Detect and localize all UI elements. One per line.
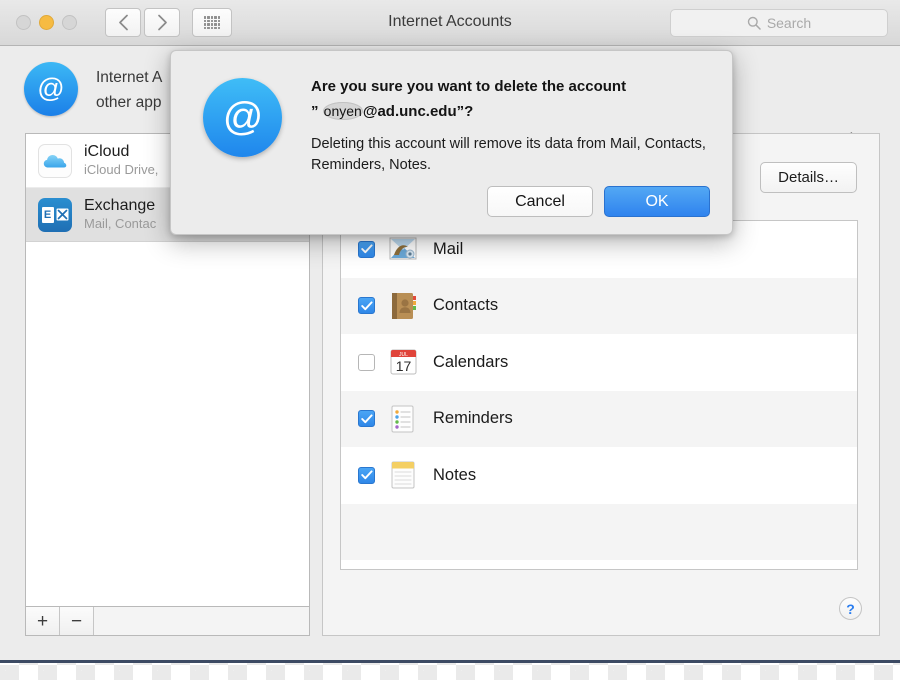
sidebar-item-exchange-subtitle: Mail, Contac: [84, 216, 157, 231]
service-row-calendars[interactable]: JUL 17 Calendars: [341, 334, 857, 391]
exchange-x-glyph: [56, 208, 68, 221]
help-button[interactable]: ?: [839, 597, 862, 620]
at-glyph-icon: @: [37, 73, 64, 103]
reminders-list-icon: [391, 405, 414, 433]
calendar-date-icon: JUL 17: [390, 349, 417, 375]
sidebar-footer-filler: [94, 607, 309, 635]
at-sign-icon: @: [203, 78, 282, 157]
sidebar-item-exchange-text: Exchange Mail, Contac: [84, 196, 156, 233]
services-list: Mail Contacts JUL 17 Calendars Reminders…: [340, 220, 858, 570]
address-book-icon: [392, 292, 416, 319]
sidebar-item-icloud-text: iCloud iCloud Drive,: [84, 142, 158, 179]
exchange-e-glyph: E: [41, 206, 54, 223]
details-button[interactable]: Details…: [760, 162, 857, 193]
dialog-quote-open: ”: [311, 103, 319, 120]
remove-account-button[interactable]: −: [60, 607, 94, 635]
banner-line1: Internet A: [96, 69, 163, 86]
icloud-icon: [38, 143, 72, 178]
at-glyph-icon: @: [222, 95, 263, 139]
sidebar-item-exchange-name: Exchange: [84, 197, 156, 214]
calendar-day-label: 17: [396, 358, 412, 374]
service-row-notes[interactable]: Notes: [341, 447, 857, 504]
delete-account-dialog: @ Are you sure you want to delete the ac…: [170, 50, 733, 235]
service-label-reminders: Reminders: [433, 409, 513, 428]
at-sign-icon: @: [24, 62, 78, 116]
dialog-title: Are you sure you want to delete the acco…: [311, 75, 710, 124]
search-field[interactable]: Search: [670, 9, 888, 37]
service-label-contacts: Contacts: [433, 296, 499, 315]
sidebar-item-icloud-subtitle: iCloud Drive,: [84, 162, 159, 177]
service-label-calendars: Calendars: [433, 352, 509, 371]
notepad-icon: [391, 461, 415, 489]
banner-line2: other app: [96, 94, 162, 111]
exchange-icon: E: [38, 197, 72, 232]
ok-button[interactable]: OK: [604, 186, 710, 217]
cancel-button[interactable]: Cancel: [487, 186, 593, 217]
checkmark-icon: [360, 301, 373, 310]
service-row-empty-1: [341, 503, 857, 560]
service-checkbox-reminders[interactable]: [358, 410, 375, 428]
internet-accounts-window: Internet Accounts Search @ Internet A oth…: [0, 0, 900, 663]
contacts-icon: [388, 290, 420, 322]
dialog-buttons: Cancel OK: [487, 186, 710, 217]
calendar-icon: JUL 17: [388, 346, 420, 378]
window-titlebar: Internet Accounts Search: [0, 0, 900, 46]
dialog-account-user: onyen: [322, 102, 363, 120]
dialog-message: Deleting this account will remove its da…: [311, 136, 706, 173]
checkmark-icon: [360, 244, 373, 254]
service-checkbox-mail[interactable]: [358, 240, 375, 258]
mail-stamp-icon: [389, 237, 417, 260]
cloud-shape-icon: [43, 154, 67, 167]
dialog-body: Are you sure you want to delete the acco…: [311, 75, 710, 176]
svg-text:@: @: [37, 73, 64, 103]
service-checkbox-contacts[interactable]: [358, 297, 375, 315]
service-label-mail: Mail: [433, 239, 464, 258]
service-label-notes: Notes: [433, 465, 477, 484]
banner-text: Internet A other app: [96, 62, 162, 115]
search-icon: [747, 16, 761, 30]
service-row-empty-2: [341, 560, 857, 569]
service-row-reminders[interactable]: Reminders: [341, 390, 857, 447]
search-placeholder: Search: [766, 15, 812, 31]
service-row-contacts[interactable]: Contacts: [341, 277, 857, 334]
mail-icon: [388, 233, 420, 265]
service-checkbox-notes[interactable]: [358, 466, 375, 484]
sidebar-item-icloud-name: iCloud: [84, 143, 130, 160]
reminders-icon: [388, 403, 420, 435]
dialog-account-domain: @ad.unc.edu”?: [362, 103, 474, 120]
checkmark-icon: [360, 414, 373, 423]
dialog-title-line1: Are you sure you want to delete the acco…: [311, 78, 627, 95]
checkmark-icon: [360, 470, 373, 480]
sidebar-footer: + −: [25, 606, 310, 636]
notes-icon: [388, 459, 420, 491]
add-account-button[interactable]: +: [26, 607, 60, 635]
service-checkbox-calendars[interactable]: [358, 353, 375, 371]
svg-text:@: @: [222, 95, 263, 139]
